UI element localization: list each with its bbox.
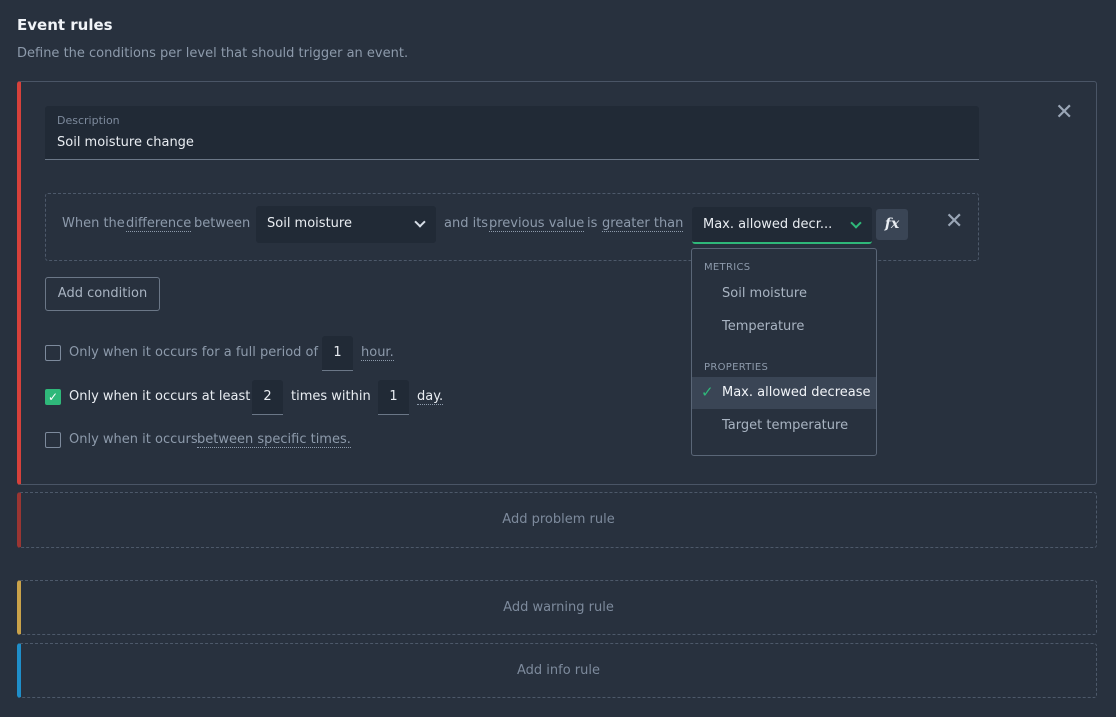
dropdown-item-max-allowed-decrease[interactable]: Max. allowed decrease <box>722 385 871 400</box>
remove-condition-icon[interactable]: ✕ <box>945 211 963 233</box>
page-subtitle: Define the conditions per level that sho… <box>17 46 409 61</box>
page-title: Event rules <box>17 16 113 34</box>
dropdown-group-properties: PROPERTIES <box>704 362 769 373</box>
dropdown-group-metrics: METRICS <box>704 262 751 273</box>
occurrences-checkbox[interactable]: ✓ <box>45 389 61 405</box>
condition-prefix: When the <box>62 216 125 231</box>
metric-select[interactable]: Soil moisture <box>256 206 436 243</box>
condition-and-its: and its <box>444 216 489 231</box>
chevron-down-icon <box>850 217 862 229</box>
specific-times-link[interactable]: between specific times. <box>197 432 351 448</box>
threshold-select[interactable]: Max. allowed decr... <box>692 207 872 244</box>
dropdown-item-target-temperature[interactable]: Target temperature <box>722 418 848 433</box>
dropdown-item-temperature[interactable]: Temperature <box>722 319 804 334</box>
occurrences-count-input[interactable]: 2 <box>252 380 283 415</box>
period-unit-link[interactable]: hour. <box>361 345 394 361</box>
dropdown-item-soil-moisture[interactable]: Soil moisture <box>722 286 807 301</box>
add-condition-button[interactable]: Add condition <box>45 277 160 311</box>
check-icon: ✓ <box>701 383 714 401</box>
add-info-rule-button[interactable]: Add info rule <box>17 643 1097 698</box>
close-icon[interactable]: ✕ <box>1055 102 1073 124</box>
period-value-input[interactable]: 1 <box>322 336 353 371</box>
condition-is: is <box>587 216 598 231</box>
description-label: Description <box>57 114 120 127</box>
full-period-checkbox[interactable] <box>45 345 61 361</box>
previous-value-link[interactable]: previous value <box>489 216 585 232</box>
specific-times-text: Only when it occurs <box>69 432 198 447</box>
condition-between: between <box>194 216 251 231</box>
occurrences-within-text: times within <box>291 389 371 404</box>
specific-times-checkbox[interactable] <box>45 432 61 448</box>
add-problem-rule-button[interactable]: Add problem rule <box>17 492 1097 548</box>
metric-select-value: Soil moisture <box>267 216 352 231</box>
occurrences-text: Only when it occurs at least <box>69 389 251 404</box>
comparator-link[interactable]: greater than <box>602 216 684 232</box>
description-field[interactable] <box>45 106 979 160</box>
description-value[interactable]: Soil moisture change <box>57 135 194 150</box>
add-warning-rule-button[interactable]: Add warning rule <box>17 580 1097 635</box>
full-period-text: Only when it occurs for a full period of <box>69 345 319 360</box>
difference-link[interactable]: difference <box>126 216 192 232</box>
threshold-select-value: Max. allowed decr... <box>703 217 833 232</box>
chevron-down-icon <box>414 216 426 228</box>
occurrences-window-input[interactable]: 1 <box>378 380 409 415</box>
function-button[interactable]: fx <box>876 209 908 240</box>
occurrences-unit-link[interactable]: day. <box>417 389 444 405</box>
